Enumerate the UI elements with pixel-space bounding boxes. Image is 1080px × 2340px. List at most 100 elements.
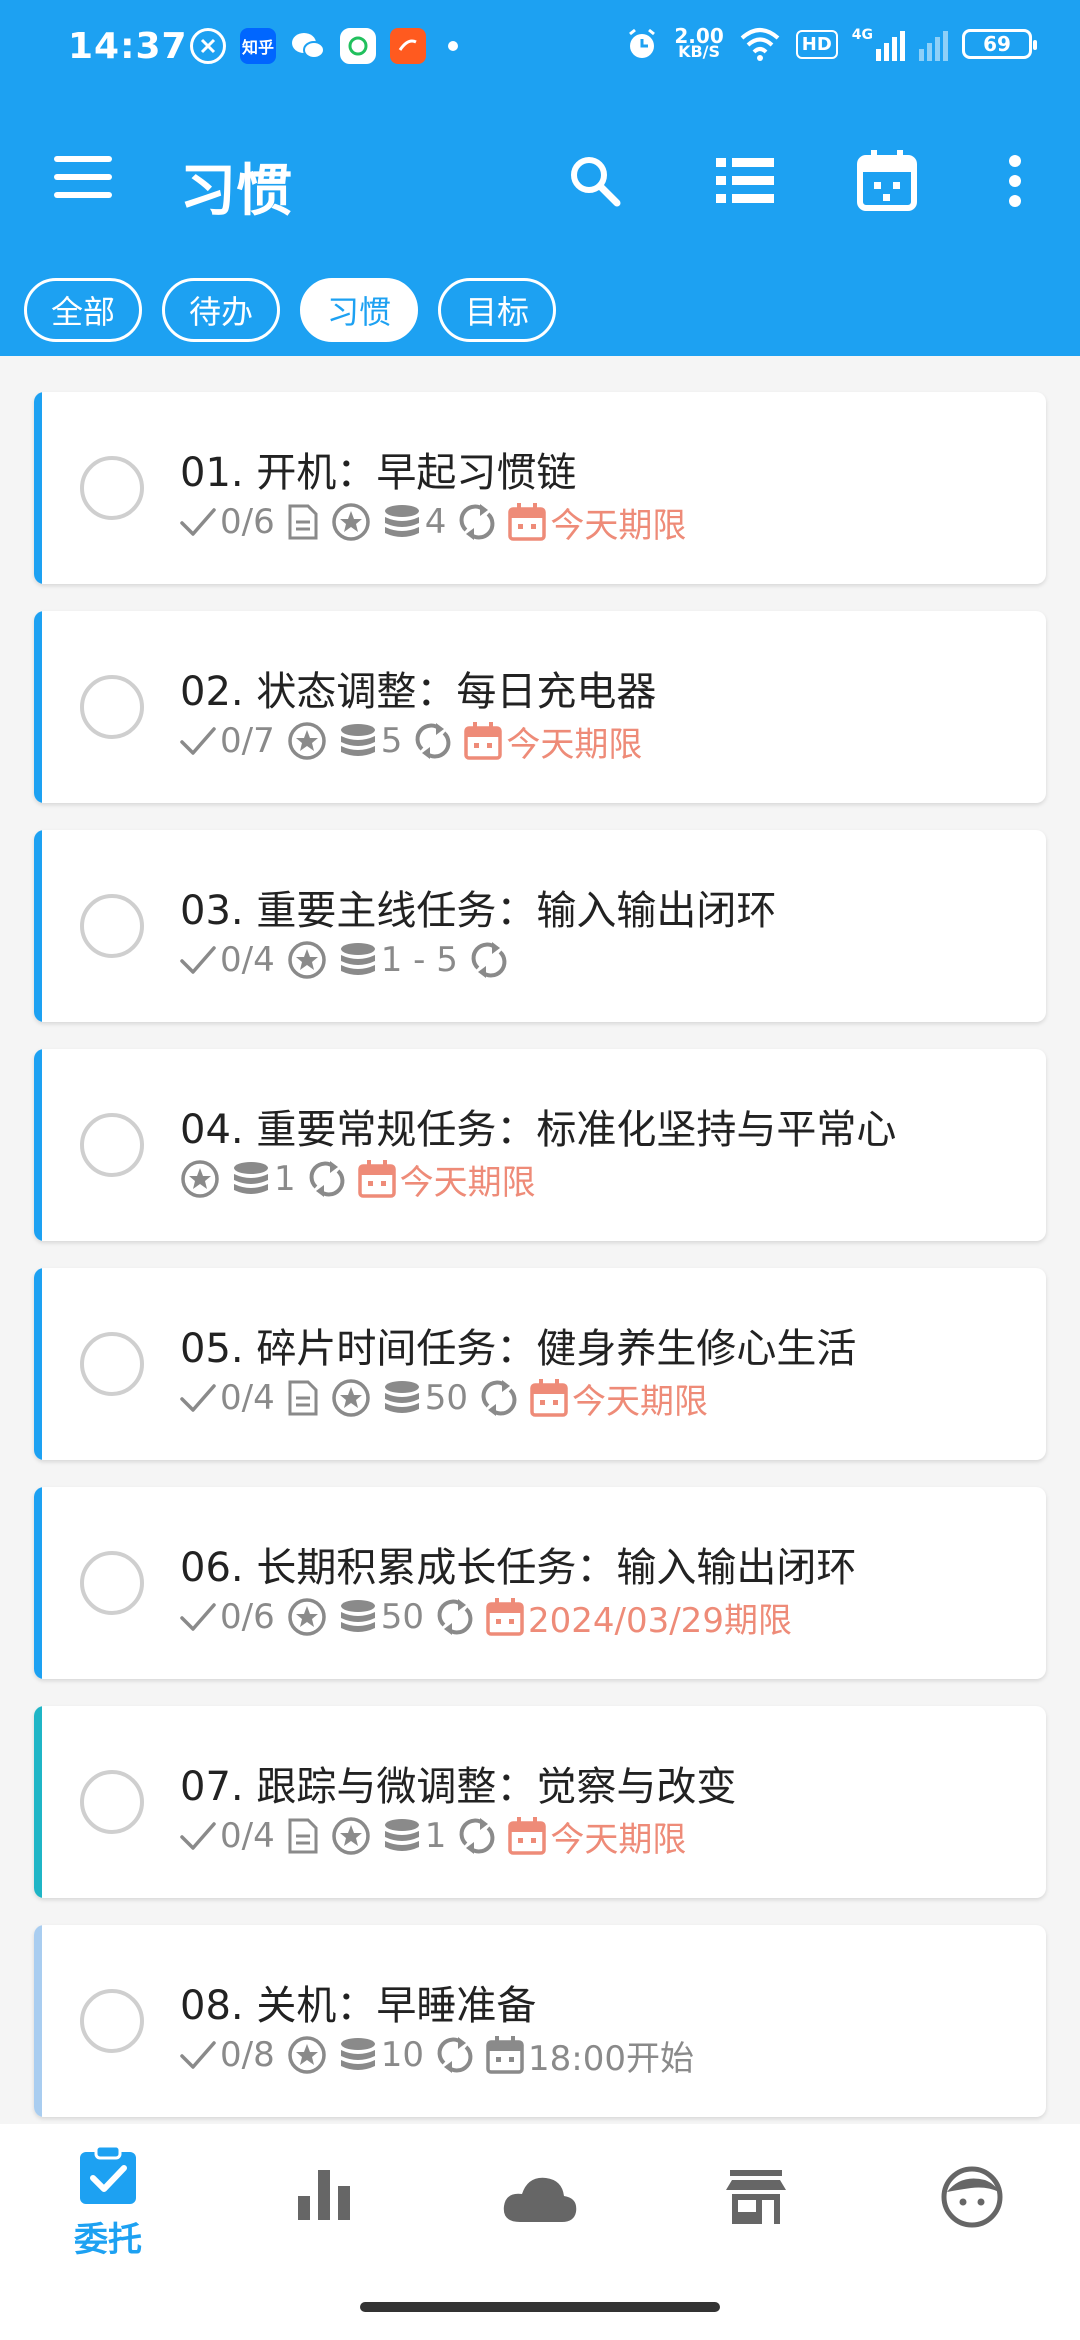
checklist-progress-icon: 0/6 [180,502,275,542]
due-date-icon: 今天期限 [357,1155,536,1204]
app-header: 14:37 知乎 2.00 KB/S HD 4G 69 习惯 全部 待办 习惯 … [0,0,1080,356]
task-title: 03. 重要主线任务：输入输出闭环 [180,888,777,934]
signal-icon-2 [919,27,948,61]
search-icon[interactable] [560,146,630,216]
task-color-bar [34,830,42,1022]
coin-icon: 50 [339,1597,424,1637]
star-icon [287,940,327,980]
signal-icon: 4G [852,27,905,61]
task-checkbox[interactable] [80,894,144,958]
task-title: 07. 跟踪与微调整：觉察与改变 [180,1764,737,1810]
task-card[interactable]: 08. 关机：早睡准备 0/8 10 18:00开始 [34,1925,1046,2117]
chip-goal[interactable]: 目标 [438,278,557,342]
menu-icon[interactable] [54,156,112,200]
coin-icon-text: 50 [380,1597,424,1637]
due-date-icon: 今天期限 [508,1812,686,1861]
nav-cloud[interactable] [470,2174,610,2314]
task-checkbox[interactable] [80,1113,144,1177]
cloud-icon [503,2177,577,2222]
star-icon [287,1597,327,1637]
coin-icon-text: 4 [424,502,447,542]
repeat-icon [458,502,496,542]
task-meta: 0/6 4 今天期限 [180,498,686,547]
task-card[interactable]: 03. 重要主线任务：输入输出闭环 0/4 1 - 5 [34,830,1046,1022]
chip-todo[interactable]: 待办 [162,278,281,342]
task-color-bar [34,1487,42,1679]
repeat-icon [308,1159,346,1199]
due-date-icon: 今天期限 [464,717,642,766]
status-bar: 14:37 知乎 2.00 KB/S HD 4G 69 [0,0,1080,96]
task-meta: 0/4 50 今天期限 [180,1374,708,1423]
due-date-icon-text: 今天期限 [550,1819,687,1860]
due-date-icon: 18:00开始 [486,2031,694,2080]
checklist-progress-icon-text: 0/4 [220,940,275,980]
battery-icon: 69 [962,29,1037,59]
coin-icon: 5 [339,721,403,761]
task-checkbox[interactable] [80,1332,144,1396]
nav-profile[interactable] [902,2166,1042,2306]
coin-icon: 1 [383,1816,446,1856]
checklist-progress-icon: 0/4 [180,1378,275,1418]
checklist-progress-icon: 0/7 [180,721,275,761]
due-date-icon-text: 今天期限 [506,724,643,765]
more-options-icon[interactable] [980,146,1050,216]
task-card[interactable]: 01. 开机：早起习惯链 0/6 4 今天期限 [34,392,1046,584]
task-meta: 1 今天期限 [180,1155,536,1204]
task-title: 05. 碎片时间任务：健身养生修心生活 [180,1326,857,1372]
repeat-icon [470,940,508,980]
task-list: 01. 开机：早起习惯链 0/6 4 今天期限 02. 状态调整：每日充电器 0/7 5 今天… [34,392,1046,2144]
task-card[interactable]: 05. 碎片时间任务：健身养生修心生活 0/4 50 今天期限 [34,1268,1046,1460]
coin-icon-text: 5 [380,721,403,761]
zhihu-icon: 知乎 [240,28,276,64]
checklist-progress-icon: 0/6 [180,1597,275,1637]
checklist-progress-icon-text: 0/6 [220,1597,275,1637]
task-card[interactable]: 06. 长期积累成长任务：输入输出闭环 0/6 50 2024/03/29期限 [34,1487,1046,1679]
repeat-icon [436,2035,474,2075]
task-title: 04. 重要常规任务：标准化坚持与平常心 [180,1107,897,1153]
due-date-icon: 今天期限 [530,1374,708,1423]
task-title: 02. 状态调整：每日充电器 [180,669,657,715]
more-notifications-dot [448,41,458,51]
task-card[interactable]: 07. 跟踪与微调整：觉察与改变 0/4 1 今天期限 [34,1706,1046,1898]
due-date-icon-text: 2024/03/29期限 [527,1600,792,1641]
coin-icon: 1 [232,1159,296,1199]
chip-all[interactable]: 全部 [24,278,143,342]
task-checkbox[interactable] [80,675,144,739]
nav-stats[interactable] [254,2170,394,2310]
task-meta: 0/7 5 今天期限 [180,717,642,766]
task-checkbox[interactable] [80,456,144,520]
nav-store[interactable] [686,2170,826,2310]
due-date-icon-text: 今天期限 [399,1162,536,1203]
nav-tasks[interactable]: 委托 [38,2144,178,2284]
task-checkbox[interactable] [80,1551,144,1615]
checklist-progress-icon-text: 0/4 [220,1816,275,1856]
network-speed: 2.00 KB/S [674,24,724,61]
repeat-icon [458,1816,496,1856]
task-card[interactable]: 04. 重要常规任务：标准化坚持与平常心 1 今天期限 [34,1049,1046,1241]
star-icon [180,1159,220,1199]
task-color-bar [34,611,42,803]
list-view-icon[interactable] [710,146,780,216]
checklist-progress-icon-text: 0/6 [220,502,275,542]
task-meta: 0/4 1 - 5 [180,938,508,982]
task-checkbox[interactable] [80,1770,144,1834]
hd-icon: HD [795,29,838,59]
calendar-icon[interactable] [852,146,922,216]
task-meta: 0/6 50 2024/03/29期限 [180,1593,792,1642]
repeat-icon [414,721,452,761]
task-card[interactable]: 02. 状态调整：每日充电器 0/7 5 今天期限 [34,611,1046,803]
checklist-progress-icon: 0/4 [180,1816,275,1856]
task-checkbox[interactable] [80,1989,144,2053]
page-title: 习惯 [180,159,292,224]
due-date-icon: 2024/03/29期限 [486,1593,792,1642]
note-icon [287,503,319,541]
chip-habit[interactable]: 习惯 [300,278,419,342]
coin-icon-text: 1 - 5 [380,940,458,980]
coin-icon: 1 - 5 [339,940,458,980]
due-date-icon: 今天期限 [508,498,686,547]
status-time: 14:37 [68,26,188,67]
note-icon [287,1379,319,1417]
checklist-progress-icon-text: 0/4 [220,1378,275,1418]
browser-app-icon [390,28,426,64]
wechat-icon [290,28,326,64]
